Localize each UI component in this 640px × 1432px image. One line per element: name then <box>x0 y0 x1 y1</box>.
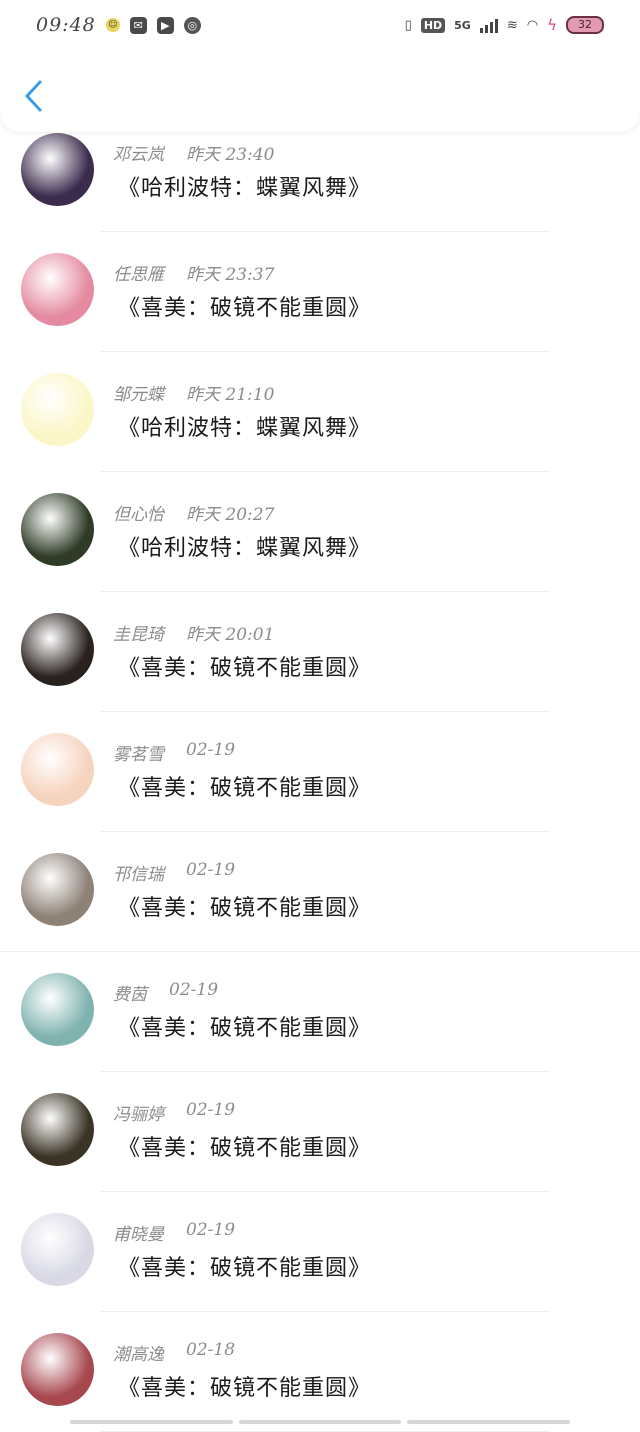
name-time-line: 邓云岚昨天 23:40 <box>113 140 274 165</box>
user-name: 邗信瑞 <box>113 860 164 885</box>
list-item[interactable]: 但心怡昨天 20:27 《哈利波特：蝶翼风舞》 <box>0 472 640 592</box>
list-item[interactable]: 冯骊婷 02-19 《喜美：破镜不能重圆》 <box>0 1072 640 1192</box>
book-title[interactable]: 《喜美：破镜不能重圆》 <box>118 290 371 322</box>
top-nav-bar <box>0 50 640 132</box>
user-name: 但心怡 <box>113 500 164 525</box>
avatar[interactable] <box>21 853 94 926</box>
book-title[interactable]: 《哈利波特：蝶翼风舞》 <box>118 530 371 562</box>
list-item[interactable]: 潮高逸 02-18 《喜美：破镜不能重圆》 <box>0 1312 640 1432</box>
timestamp: 昨天 20:01 <box>186 620 274 645</box>
name-time-line: 冯骊婷 02-19 <box>113 1100 235 1125</box>
vibrate-icon: ▯ <box>405 18 412 33</box>
app-notification-icon: ◎ <box>184 17 201 34</box>
avatar[interactable] <box>21 1333 94 1406</box>
name-time-line: 邗信瑞 02-19 <box>113 860 235 885</box>
timestamp: 02-19 <box>186 740 235 765</box>
user-name: 任思雁 <box>113 260 164 285</box>
user-name: 圭昆琦 <box>113 620 164 645</box>
user-name: 潮高逸 <box>113 1340 164 1365</box>
list-item[interactable]: 邗信瑞 02-19 《喜美：破镜不能重圆》 <box>0 832 640 952</box>
name-time-line: 圭昆琦昨天 20:01 <box>113 620 274 645</box>
back-button[interactable] <box>22 78 46 114</box>
list-item[interactable]: 雾茗雪 02-19 《喜美：破镜不能重圆》 <box>0 712 640 832</box>
avatar[interactable] <box>21 253 94 326</box>
status-right: ▯ HD 5G ≋ ◠ ϟ 32 <box>405 16 604 34</box>
name-time-line: 但心怡昨天 20:27 <box>113 500 274 525</box>
timestamp: 昨天 23:40 <box>186 140 274 165</box>
book-title[interactable]: 《喜美：破镜不能重圆》 <box>118 770 371 802</box>
wifi-call-icon: ≋ <box>507 18 518 33</box>
video-notification-icon: ▶ <box>157 17 174 34</box>
timestamp: 02-18 <box>186 1340 235 1365</box>
timestamp: 02-19 <box>186 1100 235 1125</box>
list-item[interactable]: 邹元蝶昨天 21:10 《哈利波特：蝶翼风舞》 <box>0 352 640 472</box>
book-title[interactable]: 《喜美：破镜不能重圆》 <box>118 1370 371 1402</box>
avatar[interactable] <box>21 1093 94 1166</box>
book-title[interactable]: 《喜美：破镜不能重圆》 <box>118 1250 371 1282</box>
user-name: 雾茗雪 <box>113 740 164 765</box>
name-time-line: 费茵 02-19 <box>113 980 218 1005</box>
cell-signal-icon <box>480 17 498 33</box>
user-name: 冯骊婷 <box>113 1100 164 1125</box>
avatar[interactable] <box>21 493 94 566</box>
charging-icon: ϟ <box>547 16 557 34</box>
avatar[interactable] <box>21 973 94 1046</box>
book-title[interactable]: 《哈利波特：蝶翼风舞》 <box>118 410 371 442</box>
avatar[interactable] <box>21 373 94 446</box>
list-item[interactable]: 圭昆琦昨天 20:01 《喜美：破镜不能重圆》 <box>0 592 640 712</box>
book-title[interactable]: 《喜美：破镜不能重圆》 <box>118 1010 371 1042</box>
book-title[interactable]: 《哈利波特：蝶翼风舞》 <box>118 170 371 202</box>
user-name: 甫晓曼 <box>113 1220 164 1245</box>
timestamp: 昨天 20:27 <box>186 500 274 525</box>
avatar[interactable] <box>21 133 94 206</box>
emoji-notification-icon: ☺ <box>106 18 120 32</box>
avatar[interactable] <box>21 613 94 686</box>
timestamp: 02-19 <box>186 1220 235 1245</box>
name-time-line: 潮高逸 02-18 <box>113 1340 235 1365</box>
reader-list: 邓云岚昨天 23:40《哈利波特：蝶翼风舞》任思雁昨天 23:37《喜美：破镜不… <box>0 112 640 1432</box>
book-title[interactable]: 《喜美：破镜不能重圆》 <box>118 1130 371 1162</box>
name-time-line: 任思雁昨天 23:37 <box>113 260 274 285</box>
user-name: 邹元蝶 <box>113 380 164 405</box>
timestamp: 02-19 <box>169 980 218 1005</box>
status-bar: 09:48 ☺ ✉ ▶ ◎ ▯ HD 5G ≋ ◠ ϟ 32 <box>0 0 640 50</box>
status-left: 09:48 ☺ ✉ ▶ ◎ <box>36 14 201 36</box>
book-title[interactable]: 《喜美：破镜不能重圆》 <box>118 650 371 682</box>
timestamp: 昨天 23:37 <box>186 260 274 285</box>
chevron-left-icon <box>22 78 46 114</box>
avatar[interactable] <box>21 1213 94 1286</box>
name-time-line: 邹元蝶昨天 21:10 <box>113 380 274 405</box>
user-name: 邓云岚 <box>113 140 164 165</box>
book-title[interactable]: 《喜美：破镜不能重圆》 <box>118 890 371 922</box>
avatar[interactable] <box>21 733 94 806</box>
list-item[interactable]: 任思雁昨天 23:37 《喜美：破镜不能重圆》 <box>0 232 640 352</box>
status-time: 09:48 <box>36 14 96 36</box>
network-type: 5G <box>454 19 471 32</box>
message-notification-icon: ✉ <box>130 17 147 34</box>
timestamp: 昨天 21:10 <box>186 380 274 405</box>
list-item[interactable]: 甫晓曼 02-19 《喜美：破镜不能重圆》 <box>0 1192 640 1312</box>
list-item[interactable]: 费茵 02-19 《喜美：破镜不能重圆》 <box>0 952 640 1072</box>
scroll-indicator <box>0 1420 640 1428</box>
timestamp: 02-19 <box>186 860 235 885</box>
name-time-line: 雾茗雪 02-19 <box>113 740 235 765</box>
user-name: 费茵 <box>113 980 147 1005</box>
battery-indicator: 32 <box>566 16 604 34</box>
hd-badge: HD <box>421 18 445 33</box>
name-time-line: 甫晓曼 02-19 <box>113 1220 235 1245</box>
wifi-icon: ◠ <box>527 18 538 33</box>
